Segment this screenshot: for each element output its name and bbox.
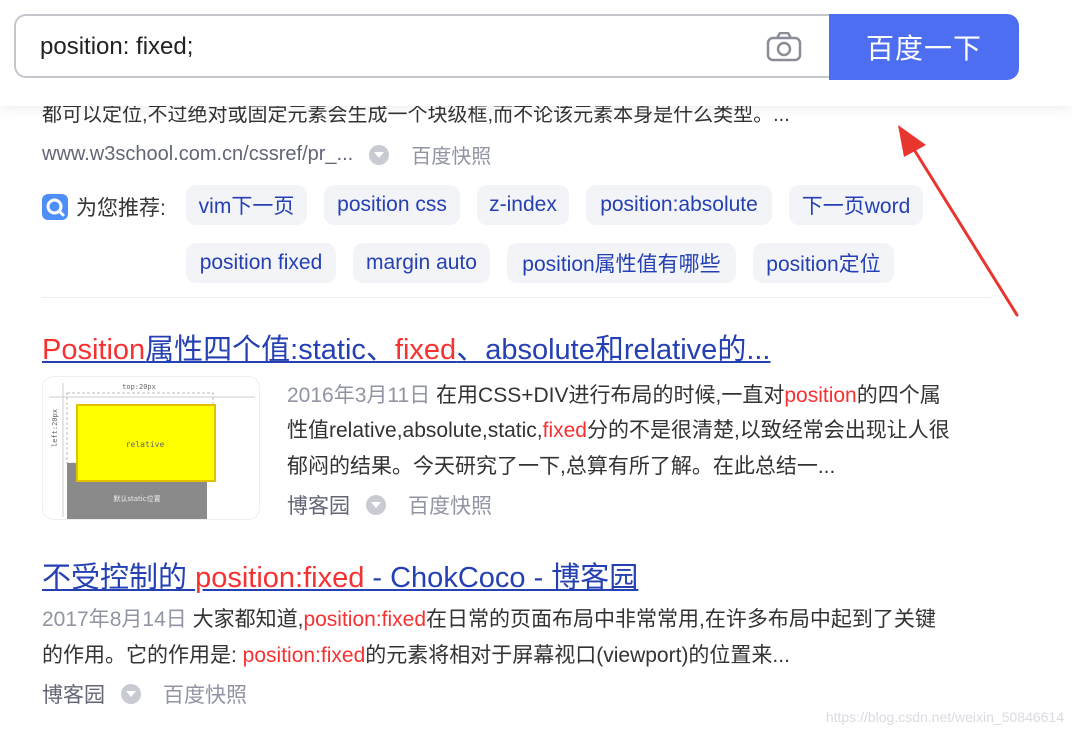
recommend-label-row: 为您推荐: [42, 192, 166, 222]
recommend-chip[interactable]: position fixed [186, 243, 336, 283]
thumb-box-label: relative [126, 440, 165, 449]
abstract-text: 性值relative,absolute,static, [287, 419, 543, 442]
thumbnail-diagram: top:20px left:20px relative 默认static位置 [43, 377, 259, 519]
recommend-chip[interactable]: vim下一页 [186, 185, 307, 225]
thumb-top-label: top:20px [122, 383, 156, 391]
dropdown-icon[interactable] [121, 684, 141, 704]
abstract-text: 在日常的页面布局中非常常用,在许多布局中起到了关键 [426, 608, 936, 631]
recommend-chip[interactable]: position属性值有哪些 [507, 243, 736, 283]
result-source-row: 博客园 百度快照 [287, 490, 492, 520]
title-text: 属性四个值:static、 [145, 334, 395, 366]
result-abstract-line: 郁闷的结果。今天研究了一下,总算有所了解。在此总结一... [287, 455, 836, 478]
camera-icon[interactable] [766, 32, 802, 62]
abstract-text: 的元素将相对于屏幕视口(viewport)的位置来... [365, 644, 790, 667]
thumb-bottom-label: 默认static位置 [113, 494, 160, 503]
abstract-highlight: position:fixed [303, 608, 427, 631]
result-date: 2016年3月11日 [287, 384, 431, 407]
result-source[interactable]: 博客园 [42, 679, 105, 709]
result-abstract-line: 2016年3月11日 在用CSS+DIV进行布局的时候,一直对position的… [287, 379, 941, 409]
divider [42, 297, 992, 298]
prev-result-url[interactable]: www.w3school.com.cn/cssref/pr_... [42, 143, 353, 166]
prev-result-source: www.w3school.com.cn/cssref/pr_... 百度快照 [42, 140, 491, 169]
result-thumbnail[interactable]: top:20px left:20px relative 默认static位置 [42, 376, 260, 520]
recommend-chip[interactable]: z-index [477, 185, 569, 225]
result-abstract-line: 性值relative,absolute,static,fixed分的不是很清楚,… [287, 414, 950, 444]
recommend-chip[interactable]: position css [324, 185, 460, 225]
abstract-text: 在用CSS+DIV进行布局的时候,一直对 [436, 384, 785, 407]
result-source-row: 博客园 百度快照 [42, 679, 247, 709]
result-source[interactable]: 博客园 [287, 490, 350, 520]
dropdown-icon[interactable] [366, 495, 386, 515]
abstract-highlight: position [784, 384, 857, 407]
recommend-chip[interactable]: position定位 [753, 243, 894, 283]
abstract-text: 的作用。它的作用是: [42, 644, 243, 667]
annotation-arrow-icon [898, 125, 1019, 317]
result-title[interactable]: 不受控制的 position:fixed - ChokCoco - 博客园 [42, 554, 638, 596]
recommend-chip[interactable]: position:absolute [586, 185, 772, 225]
search-input[interactable] [40, 30, 740, 64]
result-date: 2017年8月14日 [42, 608, 187, 631]
snapshot-link[interactable]: 百度快照 [408, 490, 492, 520]
snapshot-link[interactable]: 百度快照 [163, 679, 247, 709]
thumb-side-label: left:20px [51, 409, 59, 447]
title-highlight: Position [42, 334, 146, 366]
title-text: 不受控制的 [42, 562, 196, 594]
title-text: - ChokCoco - 博客园 [364, 562, 639, 594]
abstract-highlight: fixed [542, 419, 587, 442]
abstract-text: 分的不是很清楚,以致经常会出现让人很 [586, 419, 950, 442]
result-abstract-line: 的作用。它的作用是: position:fixed的元素将相对于屏幕视口(vie… [42, 639, 790, 669]
dropdown-icon[interactable] [369, 144, 390, 165]
snapshot-link[interactable]: 百度快照 [411, 140, 491, 169]
recommend-chip[interactable]: margin auto [353, 243, 490, 283]
recommend-label: 为您推荐: [76, 197, 166, 220]
search-q-icon [42, 194, 68, 220]
title-highlight: fixed [394, 334, 457, 366]
title-text: 、absolute和relative的... [456, 334, 771, 366]
abstract-text: 大家都知道, [192, 608, 304, 631]
watermark: https://blog.csdn.net/weixin_50846614 [825, 709, 1064, 725]
result-abstract-line: 2017年8月14日 大家都知道,position:fixed在日常的页面布局中… [42, 603, 936, 633]
search-button[interactable]: 百度一下 [829, 14, 1019, 80]
search-box [14, 14, 830, 78]
abstract-highlight: position:fixed [242, 644, 366, 667]
abstract-text: 的四个属 [856, 384, 941, 407]
title-highlight: position:fixed [195, 562, 365, 594]
result-title[interactable]: Position属性四个值:static、fixed、absolute和rela… [42, 326, 771, 368]
